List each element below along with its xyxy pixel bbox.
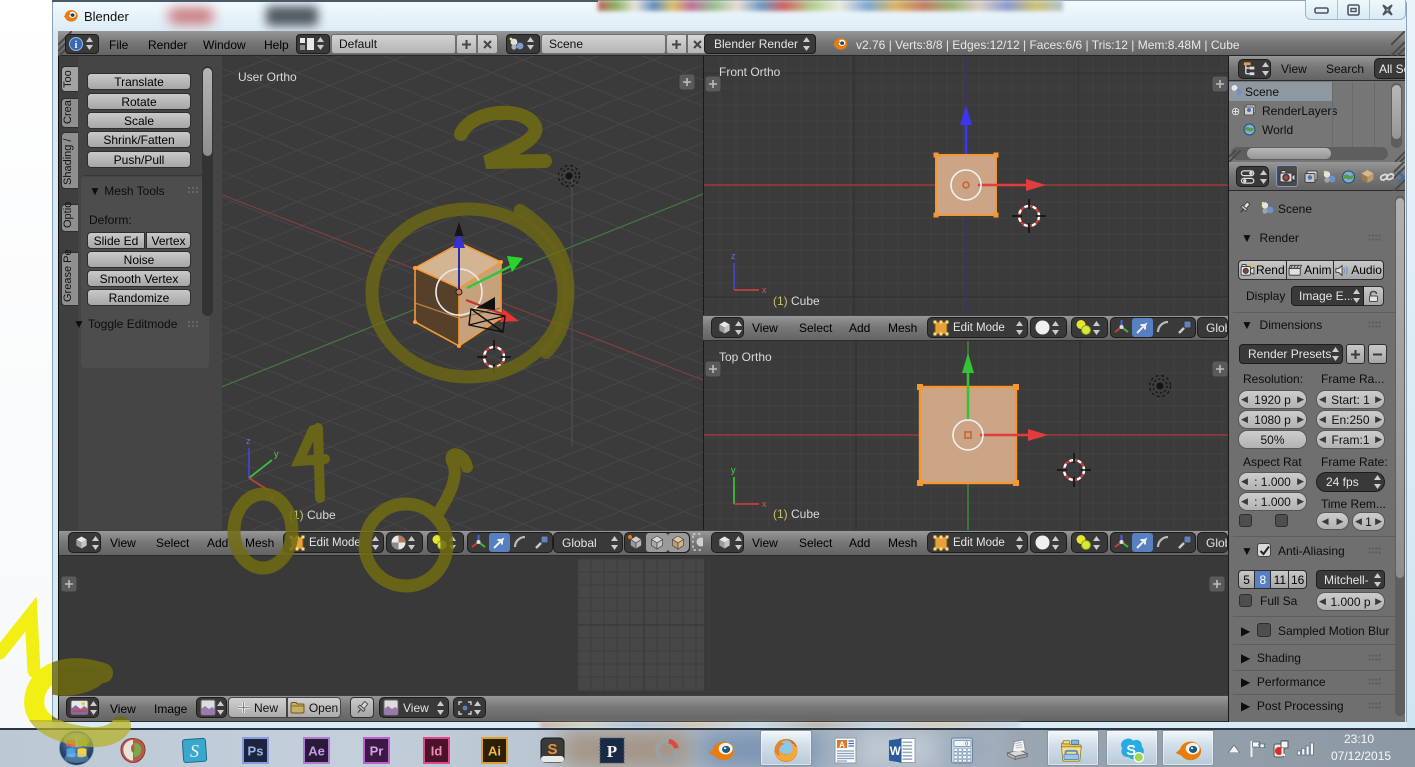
svg-text:Top Ortho: Top Ortho <box>719 350 772 364</box>
svg-text:0: 0 <box>965 741 968 747</box>
svg-text:Id: Id <box>430 743 442 758</box>
svg-text:W: W <box>890 745 901 757</box>
svg-text:y: y <box>274 449 279 459</box>
svg-text:Ai: Ai <box>488 743 501 758</box>
svg-text:A: A <box>839 740 845 749</box>
svg-text:x: x <box>762 499 767 509</box>
svg-text:(1) Cube: (1) Cube <box>773 507 820 521</box>
svg-text:x: x <box>270 492 275 502</box>
svg-text:S: S <box>547 741 557 758</box>
svg-text:(1) Cube: (1) Cube <box>773 294 820 308</box>
svg-text:y: y <box>731 465 736 475</box>
svg-text:S: S <box>190 741 199 761</box>
svg-text:z: z <box>731 251 736 261</box>
svg-text:(1) Cube: (1) Cube <box>289 508 336 522</box>
svg-text:Ae: Ae <box>308 743 325 758</box>
svg-text:i: i <box>75 40 78 51</box>
svg-text:User Ortho: User Ortho <box>238 70 297 84</box>
svg-text:z: z <box>246 436 251 446</box>
svg-text:x: x <box>762 285 767 295</box>
svg-text:Ps: Ps <box>247 743 263 758</box>
svg-text:Front Ortho: Front Ortho <box>719 65 781 79</box>
svg-text:P: P <box>607 742 617 761</box>
svg-text:Pr: Pr <box>369 743 383 758</box>
